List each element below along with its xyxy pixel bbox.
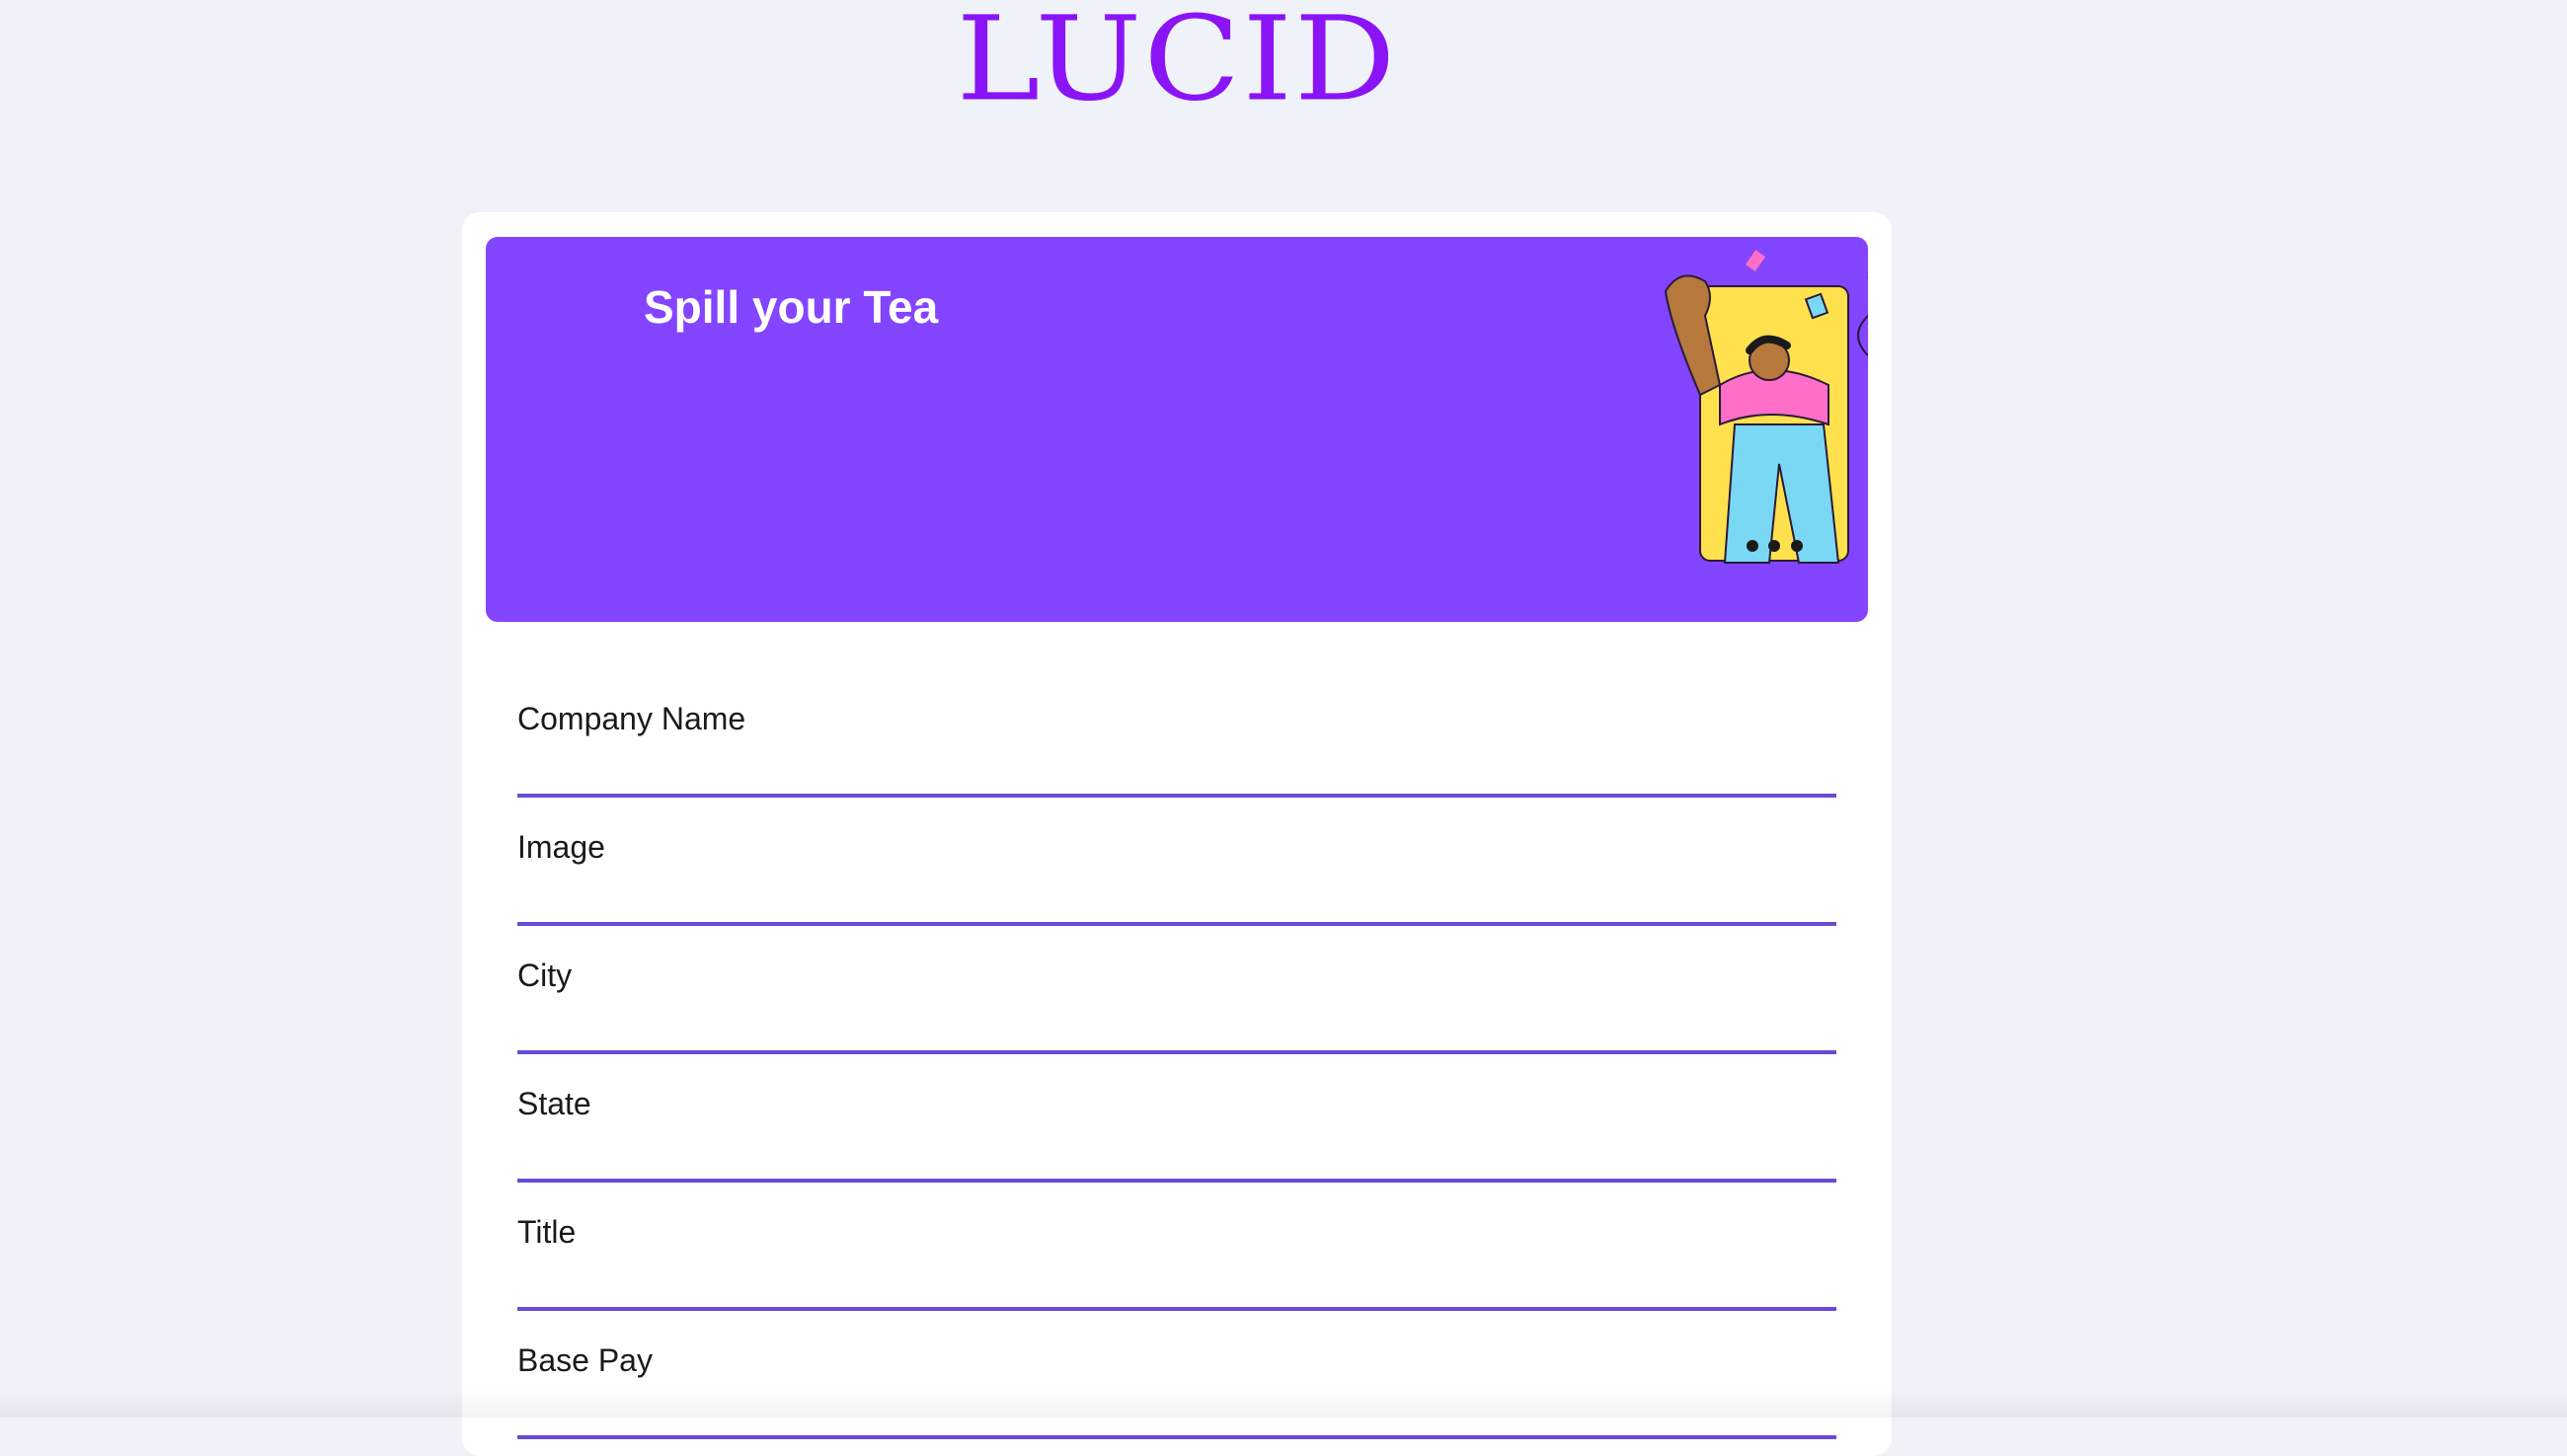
field-city: City (517, 938, 1836, 1066)
form-card: Spill your Tea Company Name Image City S… (462, 212, 1892, 1456)
field-label: Company Name (517, 701, 746, 736)
form-header-banner: Spill your Tea (486, 237, 1868, 622)
field-image: Image (517, 809, 1836, 938)
image-input[interactable] (517, 882, 1836, 926)
field-label: Base Pay (517, 1342, 653, 1378)
company-name-input[interactable] (517, 754, 1836, 798)
state-input[interactable] (517, 1139, 1836, 1183)
field-base-pay: Base Pay (517, 1323, 1836, 1451)
city-input[interactable] (517, 1011, 1836, 1054)
field-label: Title (517, 1214, 577, 1250)
brand-logo: LUCID (956, 0, 1398, 127)
field-label: State (517, 1086, 591, 1121)
form-title: Spill your Tea (644, 281, 939, 333)
field-label: City (517, 958, 573, 993)
base-pay-input[interactable] (517, 1396, 1836, 1439)
field-title: Title (517, 1194, 1836, 1323)
field-company-name: Company Name (517, 681, 1836, 809)
title-input[interactable] (517, 1267, 1836, 1311)
field-label: Image (517, 829, 605, 865)
celebration-illustration (1664, 250, 1868, 564)
field-state: State (517, 1066, 1836, 1194)
